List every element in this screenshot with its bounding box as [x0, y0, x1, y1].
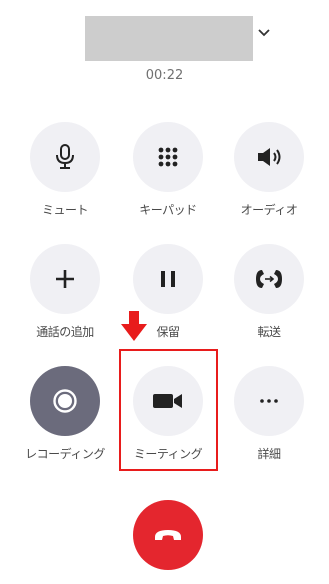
keypad-button[interactable]: キーパッド — [118, 122, 218, 232]
hold-label: 保留 — [156, 325, 180, 339]
mute-label: ミュート — [41, 203, 89, 217]
transfer-button[interactable]: 転送 — [219, 244, 319, 354]
plus-icon — [56, 270, 74, 288]
recording-circle[interactable] — [30, 366, 100, 436]
microphone-icon — [56, 144, 74, 169]
audio-label: オーディオ — [240, 203, 298, 217]
more-icon — [260, 399, 278, 403]
audio-circle[interactable] — [234, 122, 304, 192]
mute-button[interactable]: ミュート — [15, 122, 115, 232]
transfer-label: 転送 — [257, 325, 281, 339]
speaker-icon — [258, 148, 281, 166]
red-down-arrow-icon — [121, 311, 147, 341]
mute-circle[interactable] — [30, 122, 100, 192]
caller-name-placeholder — [85, 16, 253, 61]
end-call-button[interactable] — [133, 500, 203, 570]
add-call-button[interactable]: 通話の追加 — [15, 244, 115, 354]
call-timer: 00:22 — [145, 68, 184, 83]
transfer-icon — [256, 270, 282, 288]
details-circle[interactable] — [234, 366, 304, 436]
pause-icon — [161, 271, 175, 287]
recording-button[interactable]: レコーディング — [15, 366, 115, 476]
add-call-label: 通話の追加 — [36, 325, 94, 339]
hold-circle[interactable] — [133, 244, 203, 314]
keypad-icon — [158, 147, 178, 167]
keypad-circle[interactable] — [133, 122, 203, 192]
audio-button[interactable]: オーディオ — [219, 122, 319, 232]
transfer-circle[interactable] — [234, 244, 304, 314]
add-call-circle[interactable] — [30, 244, 100, 314]
record-icon — [53, 389, 77, 413]
recording-label: レコーディング — [25, 447, 105, 461]
meeting-highlight-box — [119, 349, 218, 471]
details-button[interactable]: 詳細 — [219, 366, 319, 476]
keypad-label: キーパッド — [139, 203, 197, 217]
chevron-down-icon[interactable] — [256, 25, 272, 41]
phone-hangup-icon — [155, 530, 181, 540]
details-label: 詳細 — [257, 447, 281, 461]
